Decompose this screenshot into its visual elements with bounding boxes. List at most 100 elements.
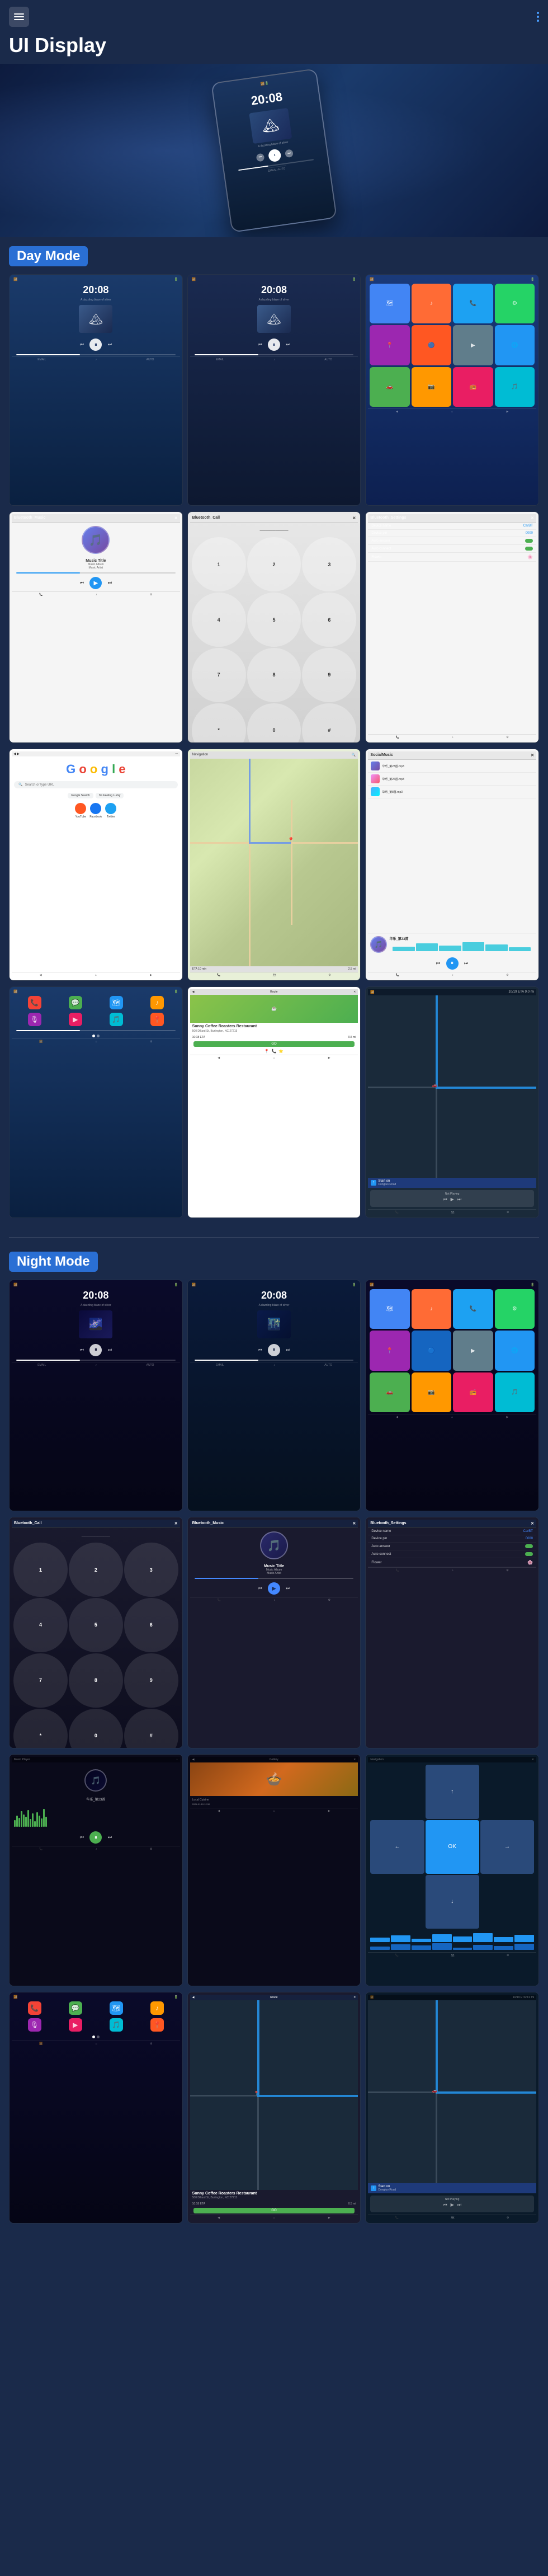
day-next-1[interactable]: ⏭ (106, 341, 113, 348)
night-device-name-value[interactable]: CarBT (523, 1530, 533, 1533)
app-icon-waze[interactable]: 📍 (370, 325, 409, 365)
night-nav-ctrl-close[interactable]: ✕ (532, 1758, 534, 1761)
night-bt-music-close[interactable]: ✕ (352, 1521, 356, 1526)
google-nav-forward[interactable]: ▶ (150, 974, 152, 977)
night-dial-3[interactable]: 3 (124, 1543, 178, 1597)
night-dial-5[interactable]: 5 (69, 1598, 123, 1652)
app-icon-browser[interactable]: 🌐 (495, 325, 535, 365)
ios-spotify[interactable]: 🎵 (110, 1013, 123, 1026)
dial-8[interactable]: 8 (247, 648, 301, 702)
ios-phone[interactable]: 📞 (28, 996, 41, 1009)
ios-maps[interactable]: 🗺 (110, 996, 123, 1009)
dial-1[interactable]: 1 (192, 537, 246, 591)
night-dial-hash[interactable]: # (124, 1709, 178, 1748)
dial-4[interactable]: 4 (192, 593, 246, 647)
day-prev-2[interactable]: ⏮ (257, 341, 263, 348)
night-dial-7[interactable]: 7 (13, 1653, 68, 1708)
local-music-close[interactable]: ✕ (531, 753, 534, 758)
dial-6[interactable]: 6 (302, 593, 356, 647)
night-app-phone[interactable]: 📞 (453, 1289, 493, 1329)
nav-music-play[interactable]: ▶ (451, 1197, 454, 1202)
night-nav-music-prev[interactable]: ⏮ (443, 2202, 447, 2208)
app-icon-youtube[interactable]: ▶ (453, 325, 493, 365)
dial-7[interactable]: 7 (192, 648, 246, 702)
hero-prev-btn[interactable]: ⏮ (256, 153, 265, 162)
night-eq-play[interactable]: ⏸ (89, 1831, 102, 1844)
hero-next-btn[interactable]: ⏭ (285, 149, 294, 158)
app-icon-bt[interactable]: 🔵 (412, 325, 451, 365)
night-ios-waze[interactable]: 📍 (150, 2018, 164, 2032)
night-dial-2[interactable]: 2 (69, 1543, 123, 1597)
night-nav-music-next[interactable]: ⏭ (457, 2202, 461, 2208)
night-app-radio[interactable]: 📻 (453, 1372, 493, 1412)
night-bt-next[interactable]: ⏭ (285, 1585, 291, 1592)
google-search-bar[interactable]: 🔍 Search or type URL (14, 781, 178, 788)
night-app-vehicle[interactable]: 🚗 (370, 1372, 409, 1412)
night-dial-6[interactable]: 6 (124, 1598, 178, 1652)
lm-item-1[interactable]: 华乐_第23首.mp3 (368, 760, 536, 773)
app-icon-vehicle[interactable]: 🚗 (370, 367, 409, 407)
night-ios-messages[interactable]: 💬 (69, 2001, 82, 2015)
nav-music-prev[interactable]: ⏮ (443, 1197, 447, 1202)
app-icon-settings[interactable]: ⚙ (495, 284, 535, 323)
bt-next[interactable]: ⏭ (106, 580, 113, 586)
night-auto-answer-toggle[interactable] (525, 1544, 533, 1548)
night-dial-8[interactable]: 8 (69, 1653, 123, 1708)
night-app-bt[interactable]: 🔵 (412, 1331, 451, 1370)
night-ios-spotify[interactable]: 🎵 (110, 2018, 123, 2032)
night-rest-back[interactable]: ◀ (192, 1996, 195, 1999)
ios-youtube[interactable]: ▶ (69, 1013, 82, 1026)
night-ios-youtube[interactable]: ▶ (69, 2018, 82, 2032)
google-nav-home[interactable]: ⌂ (95, 974, 97, 977)
night-play-2[interactable]: ⏸ (268, 1344, 280, 1356)
app-icon-phone[interactable]: 📞 (453, 284, 493, 323)
night-app-maps[interactable]: 🗺 (370, 1289, 409, 1329)
night-ios-maps[interactable]: 🗺 (110, 2001, 123, 2015)
dial-5[interactable]: 5 (247, 593, 301, 647)
day-next-2[interactable]: ⏭ (285, 341, 291, 348)
nav-music-next[interactable]: ⏭ (457, 1197, 461, 1202)
night-settings-close[interactable]: ✕ (531, 1521, 534, 1526)
night-app-music[interactable]: ♪ (412, 1289, 451, 1329)
ios-music[interactable]: ♪ (150, 996, 164, 1009)
night-play-1[interactable]: ⏸ (89, 1344, 102, 1356)
rest-back[interactable]: ◀ (192, 990, 195, 994)
app-icon-camera[interactable]: 📷 (412, 367, 451, 407)
night-auto-connect-toggle[interactable] (525, 1552, 533, 1556)
bt-play[interactable]: ▶ (89, 577, 102, 589)
day-prev-1[interactable]: ⏮ (78, 341, 85, 348)
dial-hash[interactable]: # (302, 703, 356, 743)
hero-play-btn[interactable]: ⏸ (268, 148, 282, 162)
device-pin-value[interactable]: 0000 (526, 532, 533, 535)
night-app-camera[interactable]: 📷 (412, 1372, 451, 1412)
go-button[interactable]: GO (193, 1041, 355, 1047)
lm-play[interactable]: ⏸ (446, 957, 459, 970)
night-prev-1[interactable]: ⏮ (78, 1347, 85, 1353)
auto-connect-toggle[interactable] (525, 547, 533, 551)
night-next-1[interactable]: ⏭ (106, 1347, 113, 1353)
night-nav-music-play[interactable]: ▶ (451, 2202, 454, 2207)
night-food-close[interactable]: ✕ (353, 1758, 356, 1761)
night-dial-star[interactable]: * (13, 1709, 68, 1748)
night-prev-2[interactable]: ⏮ (257, 1347, 263, 1353)
dial-0[interactable]: 0 (247, 703, 301, 743)
night-eq-prev[interactable]: ⏮ (78, 1834, 85, 1841)
ios-podcast[interactable]: 🎙 (28, 1013, 41, 1026)
night-app-settings[interactable]: ⚙ (495, 1289, 535, 1329)
bt-prev[interactable]: ⏮ (78, 580, 85, 586)
map-area[interactable]: 📍 (190, 759, 358, 966)
app-icon-radio[interactable]: 📻 (453, 367, 493, 407)
arrow-down[interactable]: ↓ (426, 1875, 479, 1929)
google-lucky-btn[interactable]: I'm Feeling Lucky (96, 793, 124, 798)
arrow-right[interactable]: → (480, 1820, 534, 1874)
google-search-btn[interactable]: Google Search (68, 793, 93, 798)
lm-next[interactable]: ⏭ (463, 960, 470, 967)
night-device-pin-value[interactable]: 0000 (526, 1537, 533, 1540)
lm-item-3[interactable]: 华乐_第8首.mp3 (368, 786, 536, 798)
rest-close[interactable]: ✕ (353, 990, 356, 994)
night-ios-phone[interactable]: 📞 (28, 2001, 41, 2015)
day-play-2[interactable]: ⏸ (268, 339, 280, 351)
google-nav-back[interactable]: ◀ (40, 974, 42, 977)
night-eq-next[interactable]: ⏭ (106, 1834, 113, 1841)
night-dial-1[interactable]: 1 (13, 1543, 68, 1597)
